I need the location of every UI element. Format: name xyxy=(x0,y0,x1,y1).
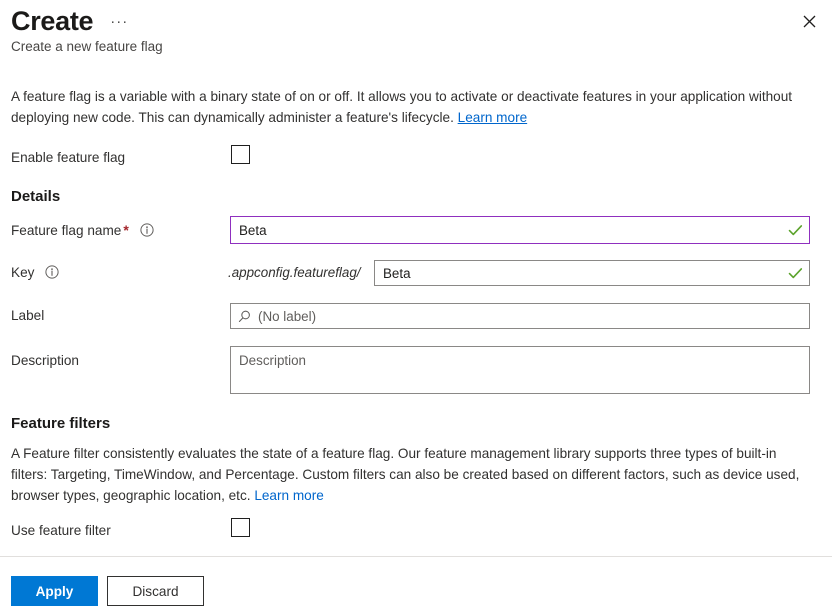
apply-button[interactable]: Apply xyxy=(11,576,98,606)
feature-flag-name-field[interactable] xyxy=(230,216,810,244)
key-row: Key .appconfig.featureflag/ xyxy=(0,260,832,286)
checkmark-icon xyxy=(788,224,803,237)
key-label: Key xyxy=(11,263,59,285)
feature-flag-name-label-text: Feature flag name xyxy=(11,223,122,238)
feature-filters-learn-more-link[interactable]: Learn more xyxy=(254,488,324,503)
enable-feature-flag-label: Enable feature flag xyxy=(11,150,126,165)
description-row: Description xyxy=(0,346,832,394)
key-input[interactable] xyxy=(383,265,782,281)
label-field-label: Label xyxy=(11,308,45,323)
enable-feature-flag-checkbox[interactable] xyxy=(231,145,250,164)
feature-filters-text: A Feature filter consistently evaluates … xyxy=(11,446,800,503)
feature-flag-name-row: Feature flag name * xyxy=(0,216,832,244)
enable-feature-flag-row: Enable feature flag xyxy=(0,145,832,171)
required-marker: * xyxy=(123,222,129,238)
description-textarea[interactable] xyxy=(231,347,809,393)
feature-flag-name-label: Feature flag name * xyxy=(11,220,154,243)
description-label: Description xyxy=(11,353,79,368)
feature-filters-description: A Feature filter consistently evaluates … xyxy=(11,443,816,506)
footer-divider xyxy=(0,556,832,557)
use-feature-filter-checkbox[interactable] xyxy=(231,518,250,537)
info-icon[interactable] xyxy=(139,223,154,243)
key-label-text: Key xyxy=(11,265,35,280)
search-icon xyxy=(238,310,251,323)
feature-filters-heading: Feature filters xyxy=(11,415,111,432)
use-feature-filter-row: Use feature filter xyxy=(0,518,832,544)
intro-text: A feature flag is a variable with a bina… xyxy=(11,89,793,125)
label-input[interactable] xyxy=(258,308,803,324)
use-feature-filter-label: Use feature filter xyxy=(11,523,111,538)
intro-description: A feature flag is a variable with a bina… xyxy=(11,86,801,128)
key-prefix-text: .appconfig.featureflag/ xyxy=(228,265,361,280)
more-options-icon[interactable]: ··· xyxy=(107,12,131,32)
info-icon[interactable] xyxy=(45,265,59,285)
checkmark-icon xyxy=(788,267,803,280)
page-title: Create xyxy=(11,6,94,36)
page-subtitle: Create a new feature flag xyxy=(11,39,163,54)
title-row: Create ··· xyxy=(11,4,131,38)
discard-button[interactable]: Discard xyxy=(107,576,204,606)
close-icon[interactable] xyxy=(796,8,822,34)
key-field[interactable] xyxy=(374,260,810,286)
description-field[interactable] xyxy=(230,346,810,394)
intro-learn-more-link[interactable]: Learn more xyxy=(458,110,528,125)
feature-flag-name-input[interactable] xyxy=(239,222,782,238)
details-heading: Details xyxy=(11,188,61,205)
label-field[interactable] xyxy=(230,303,810,329)
blade-header: Create ··· Create a new feature flag xyxy=(0,0,832,64)
label-row: Label xyxy=(0,303,832,329)
